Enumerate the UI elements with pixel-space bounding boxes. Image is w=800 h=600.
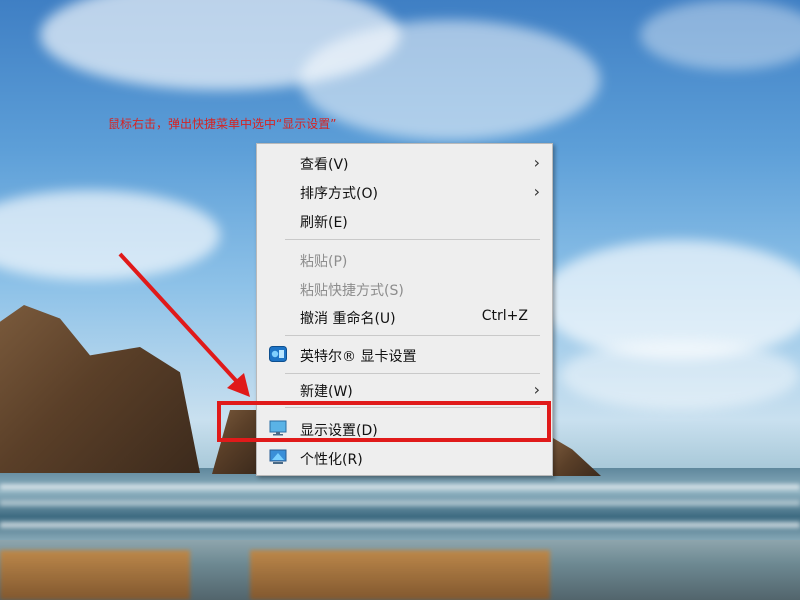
menu-item-view[interactable]: 查看(V) › — [257, 148, 552, 177]
menu-item-label: 刷新(E) — [300, 215, 348, 231]
cloud — [560, 340, 800, 410]
menu-item-new[interactable]: 新建(W) › — [257, 375, 552, 404]
menu-item-label: 撤消 重命名(U) — [300, 311, 396, 327]
menu-item-label: 排序方式(O) — [300, 186, 378, 202]
menu-item-label: 新建(W) — [300, 384, 353, 400]
intel-graphics-icon — [269, 346, 287, 362]
menu-item-personalize[interactable]: 个性化(R) — [257, 443, 552, 472]
menu-item-undo-rename[interactable]: 撤消 重命名(U) Ctrl+Z — [257, 302, 552, 331]
wave-foam — [0, 500, 800, 506]
menu-separator — [285, 239, 540, 240]
menu-separator — [285, 335, 540, 336]
cloud — [640, 0, 800, 70]
chevron-right-icon: › — [533, 380, 540, 399]
keyboard-shortcut: Ctrl+Z — [481, 308, 528, 324]
rock-reflection — [250, 550, 550, 600]
chevron-right-icon: › — [533, 182, 540, 201]
personalize-icon — [269, 449, 287, 465]
highlight-box-display-settings — [217, 401, 551, 442]
cloud — [0, 190, 220, 280]
menu-item-label: 个性化(R) — [300, 452, 363, 468]
instruction-annotation: 鼠标右击，弹出快捷菜单中选中“显示设置” — [108, 117, 337, 131]
menu-item-label: 查看(V) — [300, 157, 349, 173]
menu-item-label: 英特尔® 显卡设置 — [300, 349, 417, 365]
menu-item-paste-shortcut[interactable]: 粘贴快捷方式(S) — [257, 274, 552, 303]
rock-formation — [0, 305, 200, 473]
menu-separator — [285, 373, 540, 374]
cloud — [300, 20, 600, 140]
menu-item-label: 粘贴(P) — [300, 254, 348, 270]
wave-foam — [0, 522, 800, 528]
menu-item-refresh[interactable]: 刷新(E) — [257, 206, 552, 235]
menu-item-intel-graphics-settings[interactable]: 英特尔® 显卡设置 — [257, 340, 552, 369]
rock-reflection — [0, 550, 190, 600]
sea — [0, 468, 800, 548]
menu-item-label: 粘贴快捷方式(S) — [300, 283, 404, 299]
wave-foam — [0, 484, 800, 490]
menu-item-sort-by[interactable]: 排序方式(O) › — [257, 177, 552, 206]
menu-item-paste[interactable]: 粘贴(P) — [257, 245, 552, 274]
chevron-right-icon: › — [533, 153, 540, 172]
rock-formation — [553, 438, 601, 476]
